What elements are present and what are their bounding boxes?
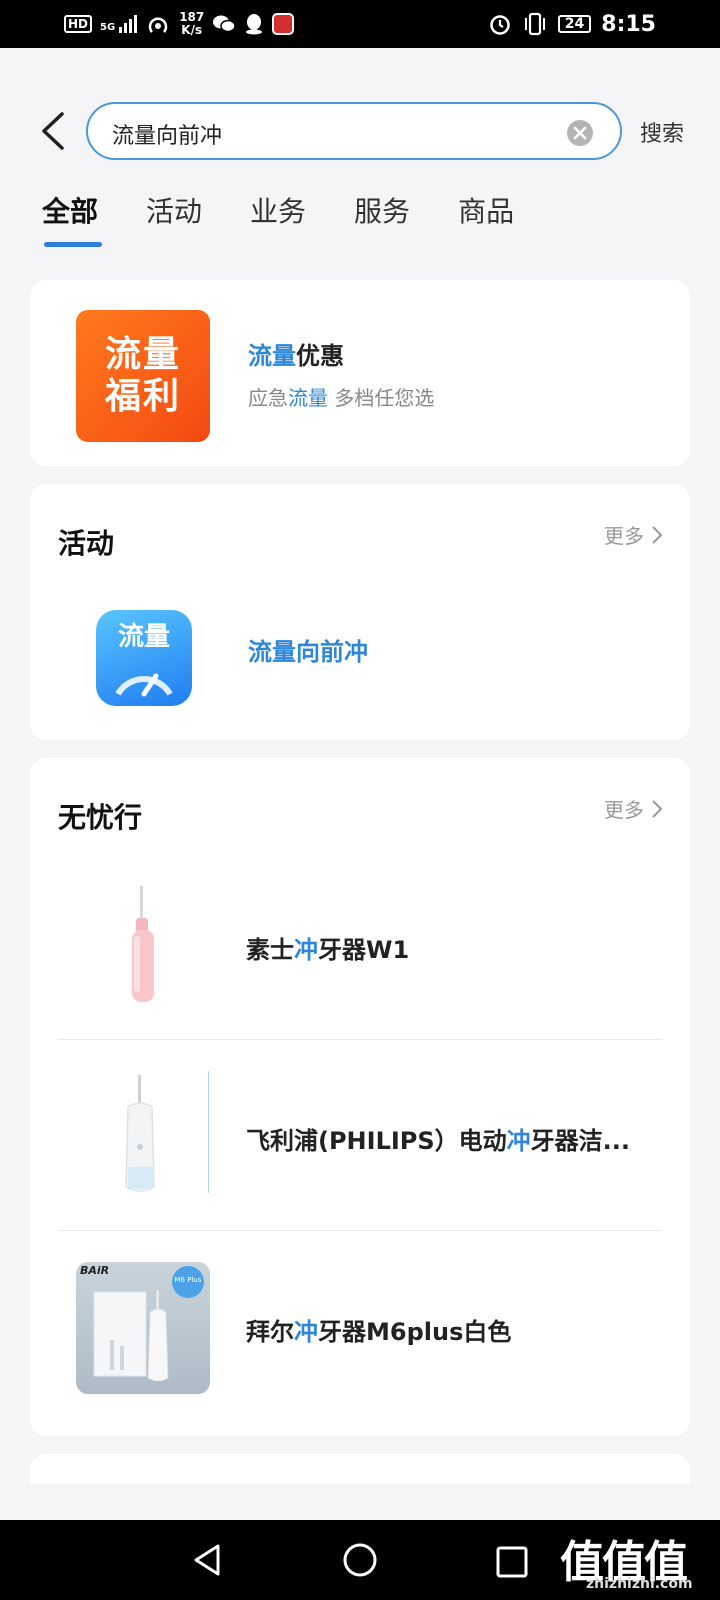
search-input[interactable]: 流量向前冲 (86, 102, 622, 160)
network-speed: 187 K/s (179, 11, 204, 37)
product-image (76, 1071, 210, 1203)
nav-back-icon[interactable] (188, 1540, 228, 1580)
activity-app-icon: 流量 (96, 610, 192, 706)
activity-title: 流量向前冲 (248, 638, 368, 666)
section-title: 无忧行 (58, 801, 143, 834)
tab-activity[interactable]: 活动 (146, 190, 202, 250)
vibrate-icon (524, 12, 545, 36)
promo-card[interactable]: 流量福利 流量优惠 应急流量 多档任您选 (30, 280, 690, 466)
product-title-highlight: 冲 (294, 936, 318, 964)
back-arrow-icon[interactable] (36, 112, 72, 150)
tab-bar: 全部 活动 业务 服务 商品 (42, 190, 514, 250)
promo-sub-post: 多档任您选 (328, 386, 435, 410)
product-title-highlight: 冲 (506, 1127, 531, 1155)
next-card (30, 1454, 690, 1484)
nav-home-icon[interactable] (340, 1540, 380, 1580)
clear-icon[interactable] (566, 119, 594, 147)
product-image: BAiR M6 Plus (76, 1262, 210, 1394)
signal-label: 5G (100, 22, 116, 33)
tab-service[interactable]: 服务 (354, 190, 410, 250)
box-label: M6 Plus (174, 1276, 202, 1284)
speedometer-icon (115, 673, 173, 697)
wechat-icon (213, 15, 236, 33)
promo-title: 流量优惠 (248, 336, 344, 371)
more-link[interactable]: 更多 (604, 520, 664, 549)
navigation-bar: 值值值 zhizhizhi.com (0, 1520, 720, 1600)
chevron-right-icon (652, 799, 663, 818)
product-title-post: 牙器W1 (318, 936, 410, 964)
chevron-right-icon (652, 525, 663, 544)
promo-image-text: 流量福利 (104, 334, 181, 417)
product-title-post: 牙器洁... (530, 1127, 631, 1155)
product-title-pre: 飞利浦(PHILIPS）电动 (246, 1127, 507, 1155)
section-title: 活动 (58, 527, 115, 560)
product-title-highlight: 冲 (294, 1318, 318, 1346)
product-item[interactable]: 飞利浦(PHILIPS）电动冲牙器洁... (58, 1041, 662, 1231)
status-bar: HD 5G 187 K/s 24 8:15 (0, 0, 720, 48)
product-title: 拜尔冲牙器M6plus白色 (246, 1312, 656, 1347)
activity-section: 活动 更多 流量 流量向前冲 (30, 484, 690, 740)
promo-image: 流量福利 (76, 310, 210, 442)
product-title-pre: 拜尔 (246, 1318, 294, 1346)
signal-icon: 5G (100, 15, 138, 33)
app-icon (272, 13, 295, 35)
product-title-pre: 素士 (246, 936, 294, 964)
promo-title-rest: 优惠 (296, 342, 344, 370)
product-image (76, 880, 210, 1012)
promo-subtitle: 应急流量 多档任您选 (248, 382, 434, 411)
more-link[interactable]: 更多 (604, 794, 664, 823)
speed-unit: K/s (181, 23, 203, 37)
nav-recent-icon[interactable] (492, 1542, 532, 1582)
status-time: 8:15 (601, 11, 656, 37)
battery-icon: 24 (557, 15, 592, 33)
qq-icon (246, 14, 263, 35)
product-item[interactable]: 素士冲牙器W1 (58, 850, 662, 1040)
tab-products[interactable]: 商品 (458, 190, 514, 250)
product-title: 素士冲牙器W1 (246, 930, 656, 965)
product-title: 飞利浦(PHILIPS）电动冲牙器洁... (246, 1121, 656, 1156)
search-bar: 流量向前冲 搜索 (0, 102, 720, 160)
tab-all[interactable]: 全部 (42, 190, 103, 250)
more-label: 更多 (604, 524, 644, 548)
product-item[interactable]: BAiR M6 Plus 拜尔冲牙器M6plus白色 (58, 1232, 662, 1422)
promo-sub-pre: 应急 (248, 386, 288, 410)
search-button[interactable]: 搜索 (640, 116, 684, 148)
products-section: 无忧行 更多 素士冲牙器W1 飞利浦(PHILIPS）电动冲牙器洁... BAi… (30, 758, 690, 1436)
promo-sub-highlight: 流量 (288, 386, 328, 410)
alarm-icon (490, 15, 510, 35)
product-title-post: 牙器M6plus白色 (318, 1318, 512, 1346)
search-query: 流量向前冲 (112, 124, 223, 149)
promo-title-highlight: 流量 (248, 342, 296, 370)
watermark-url: zhizhizhi.com (586, 1576, 693, 1592)
hotspot-icon (149, 17, 168, 33)
hd-icon: HD (64, 15, 93, 33)
tab-business[interactable]: 业务 (250, 190, 306, 250)
more-label: 更多 (604, 798, 644, 822)
